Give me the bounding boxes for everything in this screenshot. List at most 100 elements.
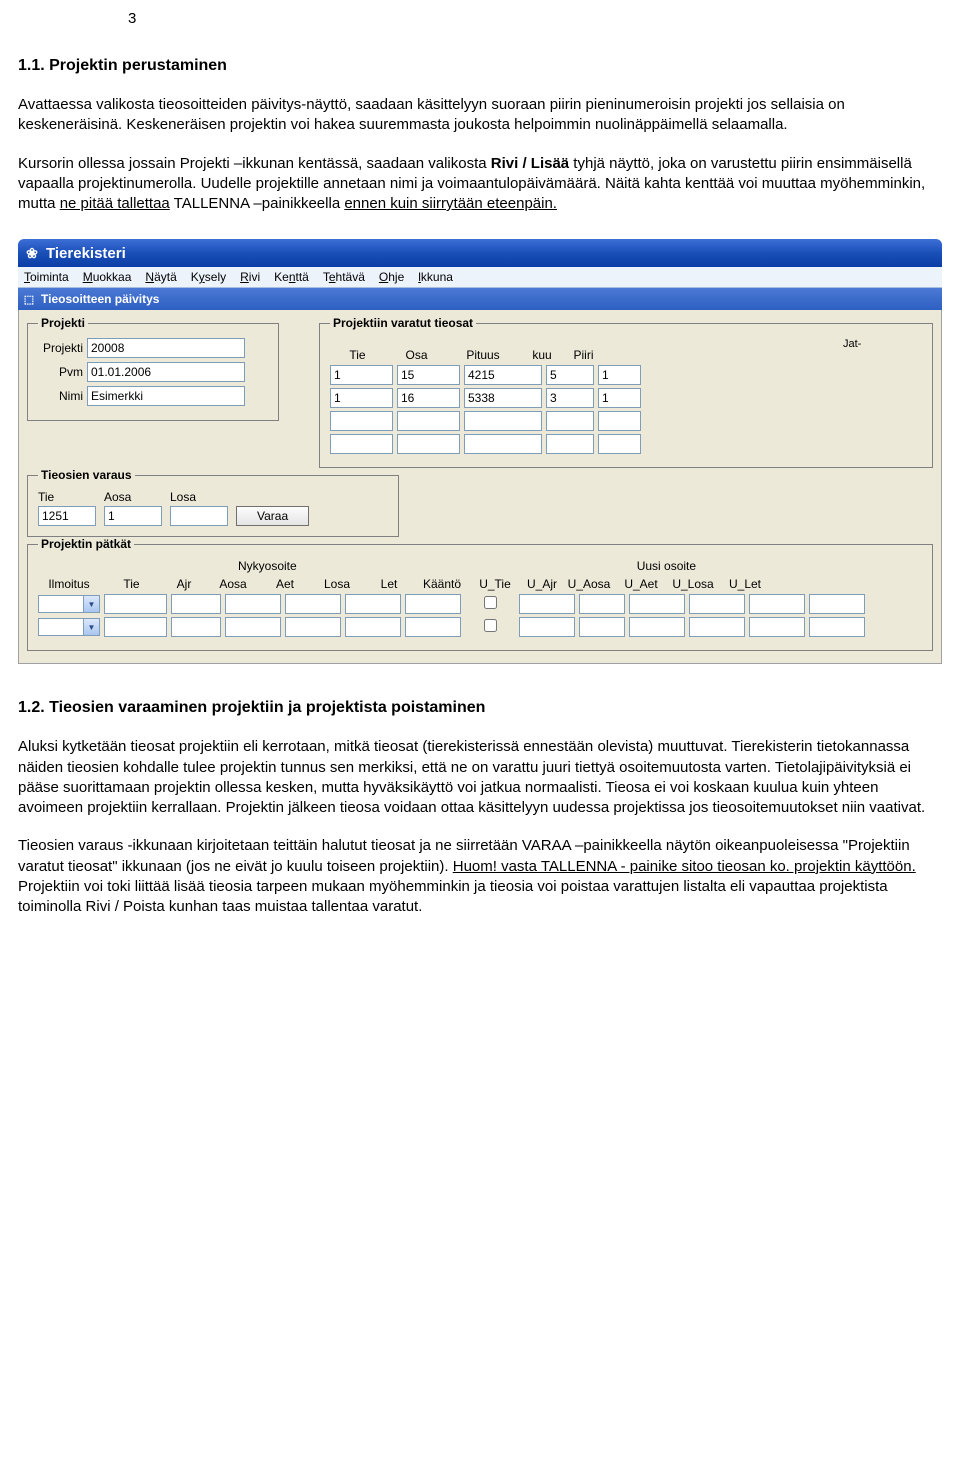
col-p-uaosa: U_Aosa xyxy=(565,577,613,591)
cell[interactable] xyxy=(285,617,341,637)
superhead-nykyosoite: Nykyosoite xyxy=(238,559,297,573)
cell[interactable] xyxy=(225,617,281,637)
cell[interactable] xyxy=(749,594,805,614)
section-1-para-2: Kursorin ollessa jossain Projekti –ikkun… xyxy=(18,154,942,215)
cell-pituus[interactable] xyxy=(464,365,542,385)
cell-jatkuu[interactable] xyxy=(546,411,594,431)
cell-pituus[interactable] xyxy=(464,434,542,454)
cell[interactable] xyxy=(519,617,575,637)
section-2-para-1: Aluksi kytketään tieosat projektiin eli … xyxy=(18,737,942,818)
input-v-aosa[interactable] xyxy=(104,506,162,526)
col-p-kaanto: Kääntö xyxy=(417,577,467,591)
cell[interactable] xyxy=(345,617,401,637)
cell-osa[interactable] xyxy=(397,411,460,431)
text-underline: ne pitää tallettaa xyxy=(60,195,170,212)
text-underline: Huom! vasta TALLENNA - painike sitoo tie… xyxy=(453,858,916,875)
cell-osa[interactable] xyxy=(397,365,460,385)
cell-pituus[interactable] xyxy=(464,411,542,431)
col-header-osa: Osa xyxy=(389,348,444,362)
table-row xyxy=(330,365,922,385)
checkbox-kaanto[interactable] xyxy=(484,596,497,609)
input-projekti[interactable] xyxy=(87,338,245,358)
menu-kysely[interactable]: Kysely xyxy=(191,270,226,284)
label-v-tie: Tie xyxy=(38,490,54,504)
col-header-piiri: Piiri xyxy=(566,348,601,362)
cell[interactable] xyxy=(519,594,575,614)
chevron-down-icon: ▼ xyxy=(83,596,99,612)
subwindow-titlebar: ⬚ Tieosoitteen päivitys xyxy=(18,288,942,310)
cell[interactable] xyxy=(629,617,685,637)
cell[interactable] xyxy=(629,594,685,614)
checkbox-kaanto[interactable] xyxy=(484,619,497,632)
cell-piiri[interactable] xyxy=(598,434,641,454)
cell[interactable] xyxy=(689,594,745,614)
cell[interactable] xyxy=(345,594,401,614)
menu-ikkuna[interactable]: lkkuna xyxy=(418,270,453,284)
cell-pituus[interactable] xyxy=(464,388,542,408)
dropdown-ilmoitus[interactable]: ▼ xyxy=(38,595,100,613)
dropdown-ilmoitus[interactable]: ▼ xyxy=(38,618,100,636)
menu-tehtava[interactable]: Tehtävä xyxy=(323,270,365,284)
text-fragment: TALLENNA –painikkeella xyxy=(170,195,345,212)
col-p-ajr: Ajr xyxy=(163,577,205,591)
cell[interactable] xyxy=(405,594,461,614)
menu-ohje[interactable]: Ohje xyxy=(379,270,404,284)
app-screenshot: ❀ Tierekisteri Toiminta Muokkaa Näytä Ky… xyxy=(18,239,942,664)
col-p-utie: U_Tie xyxy=(471,577,519,591)
label-nimi: Nimi xyxy=(38,389,83,403)
col-header-jat-top: Jat- xyxy=(843,338,883,350)
text-underline: ennen kuin siirrytään eteenpäin. xyxy=(344,195,557,212)
cell[interactable] xyxy=(104,617,167,637)
menu-muokkaa[interactable]: Muokkaa xyxy=(83,270,132,284)
cell-piiri[interactable] xyxy=(598,388,641,408)
menubar: Toiminta Muokkaa Näytä Kysely Rivi Kentt… xyxy=(18,267,942,288)
menu-kentta[interactable]: Kenttä xyxy=(274,270,309,284)
workarea: Projekti Projekti Pvm Nimi xyxy=(18,310,942,664)
input-nimi[interactable] xyxy=(87,386,245,406)
cell[interactable] xyxy=(171,617,221,637)
cell[interactable] xyxy=(285,594,341,614)
col-p-aosa: Aosa xyxy=(209,577,257,591)
menu-toiminta[interactable]: Toiminta xyxy=(24,270,69,284)
cell-jatkuu[interactable] xyxy=(546,365,594,385)
group-tieosien-varaus: Tieosien varaus Tie Aosa Losa Varaa xyxy=(27,468,399,537)
cell[interactable] xyxy=(689,617,745,637)
cell[interactable] xyxy=(809,594,865,614)
group-projektin-patkat: Projektin pätkät Nykyosoite Uusi osoite … xyxy=(27,537,933,651)
col-p-ulosa: U_Losa xyxy=(669,577,717,591)
cell[interactable] xyxy=(809,617,865,637)
cell[interactable] xyxy=(749,617,805,637)
group-projekti-legend: Projekti xyxy=(38,316,88,330)
cell-osa[interactable] xyxy=(397,434,460,454)
cell[interactable] xyxy=(579,617,625,637)
cell-tie[interactable] xyxy=(330,365,393,385)
table-row: ▼ xyxy=(38,594,922,614)
cell[interactable] xyxy=(579,594,625,614)
cell-tie[interactable] xyxy=(330,388,393,408)
input-pvm[interactable] xyxy=(87,362,245,382)
col-header-jatkuu: kuu xyxy=(522,348,562,362)
section-2-title: 1.2. Tieosien varaaminen projektiin ja p… xyxy=(18,699,942,717)
group-varatut-tieosat: Projektiin varatut tieosat Jat- Tie Osa … xyxy=(319,316,933,468)
cell-jatkuu[interactable] xyxy=(546,388,594,408)
cell[interactable] xyxy=(171,594,221,614)
window-title: Tierekisteri xyxy=(46,245,126,262)
cell[interactable] xyxy=(104,594,167,614)
col-p-uaet: U_Aet xyxy=(617,577,665,591)
menu-nayta[interactable]: Näytä xyxy=(145,270,176,284)
cell[interactable] xyxy=(225,594,281,614)
input-v-losa[interactable] xyxy=(170,506,228,526)
menu-rivi[interactable]: Rivi xyxy=(240,270,260,284)
varaa-button[interactable]: Varaa xyxy=(236,506,309,526)
input-v-tie[interactable] xyxy=(38,506,96,526)
cell-piiri[interactable] xyxy=(598,365,641,385)
cell-jatkuu[interactable] xyxy=(546,434,594,454)
cell[interactable] xyxy=(405,617,461,637)
cell-tie[interactable] xyxy=(330,434,393,454)
subwindow-icon: ⬚ xyxy=(22,292,36,306)
cell-piiri[interactable] xyxy=(598,411,641,431)
cell-osa[interactable] xyxy=(397,388,460,408)
cell-tie[interactable] xyxy=(330,411,393,431)
label-pvm: Pvm xyxy=(38,365,83,379)
col-header-tie: Tie xyxy=(330,348,385,362)
